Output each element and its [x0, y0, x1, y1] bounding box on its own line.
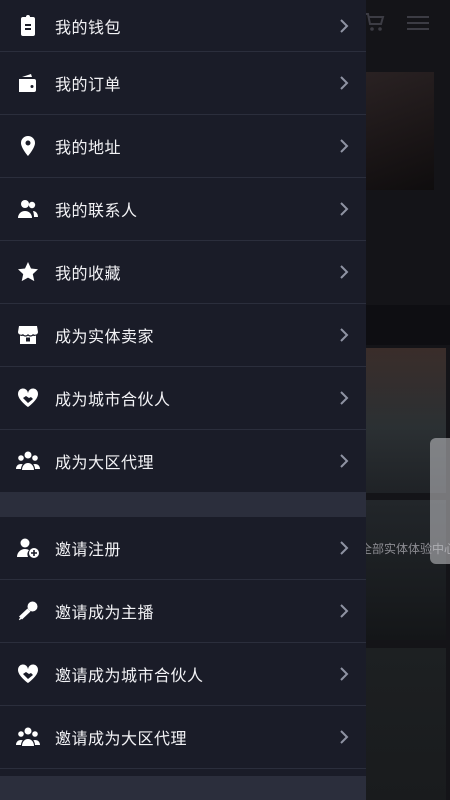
menu-item-wallet[interactable]: 我的钱包 [0, 0, 366, 52]
location-pin-icon [15, 133, 41, 159]
group-icon [15, 448, 41, 474]
handshake-heart-icon [15, 661, 41, 687]
star-icon [15, 259, 41, 285]
background-band [366, 305, 450, 345]
chevron-right-icon [334, 138, 354, 154]
menu-item-invite-streamer[interactable]: 邀请成为主播 [0, 580, 366, 643]
menu-item-label: 邀请成为主播 [55, 603, 155, 622]
cart-icon[interactable] [363, 12, 385, 32]
menu-item-become-seller[interactable]: 成为实体卖家 [0, 304, 366, 367]
menu-item-label: 邀请成为城市合伙人 [55, 666, 204, 685]
menu-item-invite-city-partner[interactable]: 邀请成为城市合伙人 [0, 643, 366, 706]
menu-item-invite-register[interactable]: 邀请注册 [0, 517, 366, 580]
chevron-right-icon [334, 75, 354, 91]
menu-item-orders[interactable]: 我的订单 [0, 52, 366, 115]
menu-icon[interactable] [407, 14, 429, 32]
menu-item-label: 我的订单 [55, 75, 122, 94]
add-user-icon [15, 535, 41, 561]
section-divider [0, 493, 366, 517]
menu-item-label: 成为大区代理 [55, 453, 155, 472]
menu-item-favorites[interactable]: 我的收藏 [0, 241, 366, 304]
wallet-clipboard-icon [15, 13, 41, 39]
chevron-right-icon [334, 327, 354, 343]
order-wallet-icon [15, 70, 41, 96]
chevron-right-icon [334, 264, 354, 280]
menu-item-label: 我的收藏 [55, 264, 122, 283]
scrollbar-handle[interactable] [430, 438, 450, 564]
chevron-right-icon [334, 540, 354, 556]
menu-item-label: 我的联系人 [55, 201, 138, 220]
handshake-heart-icon [15, 385, 41, 411]
chevron-right-icon [334, 201, 354, 217]
navigation-drawer: 我的钱包 我的订单 我的地址 我的联系人 我的收藏 成为实体卖家 成为城市合伙人… [0, 0, 366, 800]
chevron-right-icon [334, 453, 354, 469]
menu-item-label: 成为实体卖家 [55, 327, 155, 346]
background-thumbnail[interactable] [366, 648, 446, 800]
menu-item-contacts[interactable]: 我的联系人 [0, 178, 366, 241]
menu-item-address[interactable]: 我的地址 [0, 115, 366, 178]
store-icon [15, 322, 41, 348]
menu-item-label: 我的地址 [55, 138, 122, 157]
chevron-right-icon [334, 666, 354, 682]
menu-item-label: 我的钱包 [55, 17, 122, 37]
chevron-right-icon [334, 18, 354, 34]
menu-item-label: 成为城市合伙人 [55, 390, 171, 409]
menu-item-become-regional-agent[interactable]: 成为大区代理 [0, 430, 366, 493]
microphone-icon [15, 598, 41, 624]
menu-item-label: 邀请注册 [55, 540, 122, 559]
menu-item-label: 邀请成为大区代理 [55, 729, 188, 748]
background-avatar-photo [360, 72, 434, 190]
background-top-icons [355, 8, 445, 38]
contacts-icon [15, 196, 41, 222]
section-divider [0, 776, 366, 800]
chevron-right-icon [334, 390, 354, 406]
menu-item-invite-regional-agent[interactable]: 邀请成为大区代理 [0, 706, 366, 769]
group-icon [15, 724, 41, 750]
chevron-right-icon [334, 729, 354, 745]
menu-item-become-city-partner[interactable]: 成为城市合伙人 [0, 367, 366, 430]
chevron-right-icon [334, 603, 354, 619]
